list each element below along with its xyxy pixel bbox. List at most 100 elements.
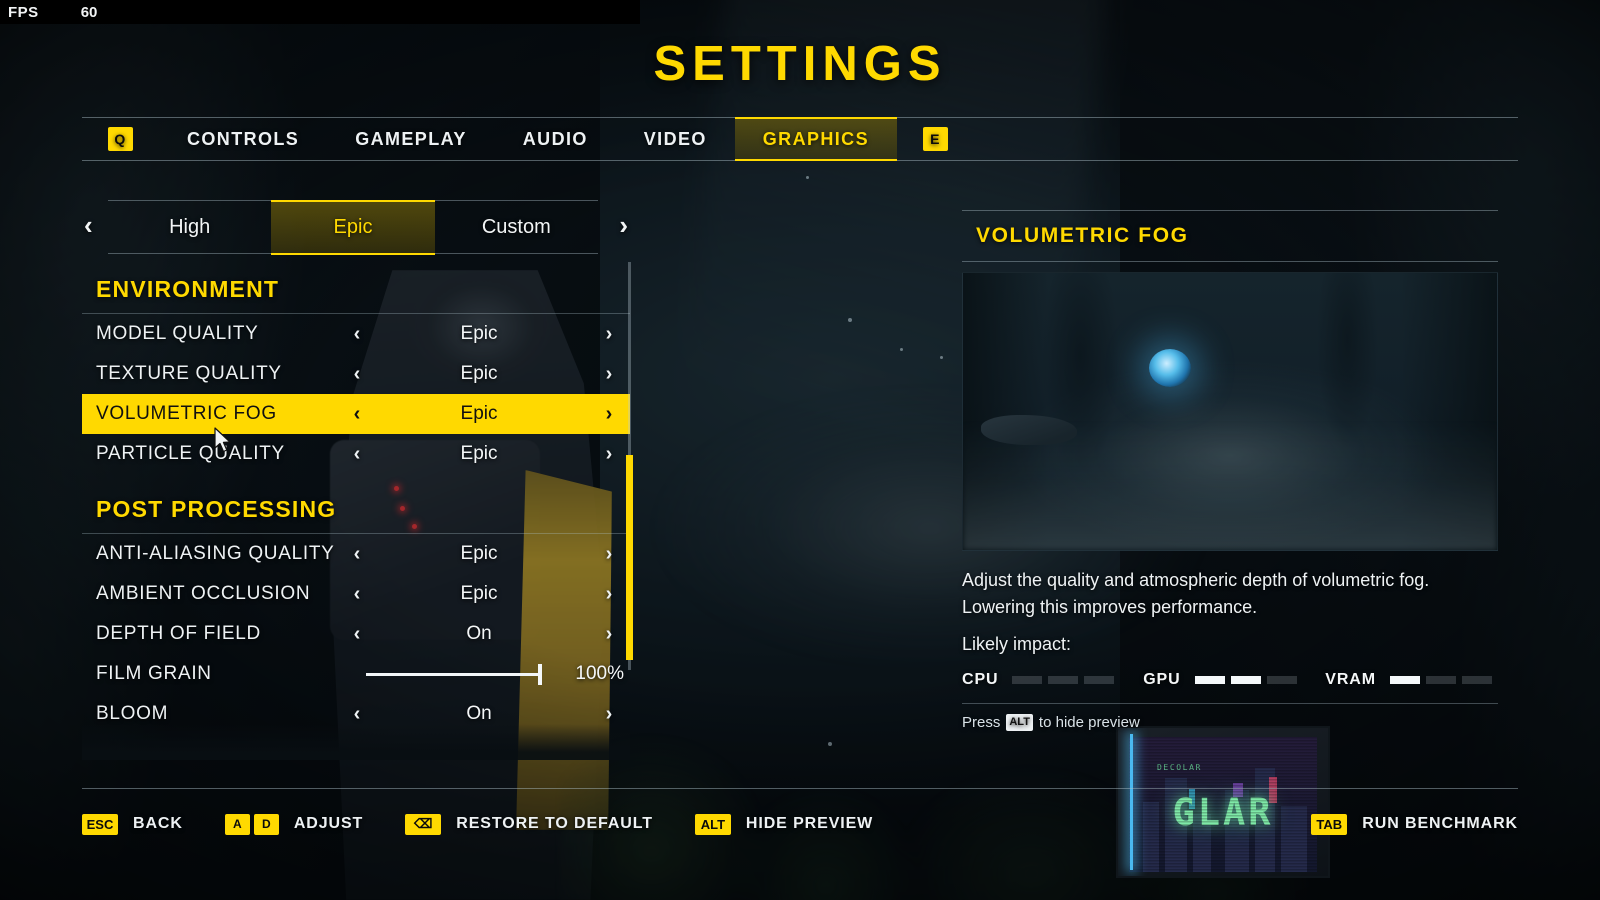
slider-fill [366,672,542,676]
tab-controls[interactable]: CONTROLS [159,118,327,160]
setting-row-bloom[interactable]: BLOOM ‹ On › [82,694,630,734]
impact-bar [1389,675,1420,684]
settings-scrollbar-thumb[interactable] [626,455,633,660]
next-tab-key-icon[interactable]: E [923,127,948,151]
setting-row-particle-quality[interactable]: PARTICLE QUALITY ‹ Epic › [82,434,630,474]
setting-value: Epic [460,443,498,464]
preset-epic[interactable]: Epic [271,199,435,255]
slider-value: 100% [575,663,624,684]
setting-row-volumetric-fog[interactable]: VOLUMETRIC FOG ‹ Epic › [82,394,630,434]
tab-audio[interactable]: AUDIO [495,118,616,160]
impact-bars-cpu [1012,675,1120,684]
a-key-icon[interactable]: A [224,813,250,835]
film-grain-slider[interactable]: 100% [344,663,624,685]
impact-cpu: CPU [962,671,1120,689]
decrease-arrow-icon[interactable]: ‹ [344,543,370,566]
impact-bar [1012,675,1043,684]
increase-arrow-icon[interactable]: › [596,583,622,606]
setting-label: FILM GRAIN [96,663,212,684]
decrease-arrow-icon[interactable]: ‹ [344,323,370,346]
setting-preview-image [962,272,1498,551]
setting-row-depth-of-field[interactable]: DEPTH OF FIELD ‹ On › [82,614,630,654]
hint-run-benchmark[interactable]: TAB RUN BENCHMARK [1311,813,1518,835]
settings-list-column: ‹ High Epic Custom › ENVIRONMENT MODEL Q… [82,199,630,760]
decrease-arrow-icon[interactable]: ‹ [344,403,370,426]
setting-label: ANTI-ALIASING QUALITY [96,543,335,564]
decrease-arrow-icon[interactable]: ‹ [344,703,370,726]
settings-tab-bar: Q CONTROLS GAMEPLAY AUDIO VIDEO GRAPHICS… [82,117,1518,161]
impact-bar [1425,675,1456,684]
tab-video[interactable]: VIDEO [616,118,735,160]
hint-adjust[interactable]: A D ADJUST [224,813,364,835]
hide-preview-hint: Press ALT to hide preview [962,713,1498,731]
hint-label: ADJUST [293,815,364,832]
impact-bar [1461,675,1492,684]
impact-label: Likely impact: [962,633,1072,654]
hint-label: HIDE PREVIEW [745,815,874,832]
setting-value: Epic [460,323,498,344]
hint-hide-preview[interactable]: ALT HIDE PREVIEW [694,813,874,835]
detail-panel-divider [962,702,1498,704]
tab-key-icon[interactable]: TAB [1311,813,1348,835]
setting-row-anti-aliasing-quality[interactable]: ANTI-ALIASING QUALITY ‹ Epic › [82,534,630,574]
section-heading-environment: ENVIRONMENT [82,254,630,314]
setting-value: On [466,703,492,724]
backspace-key-icon[interactable]: ⌫ [405,813,442,835]
setting-value: Epic [460,403,498,424]
increase-arrow-icon[interactable]: › [596,543,622,566]
setting-row-film-grain[interactable]: FILM GRAIN 100% [82,654,630,694]
setting-row-texture-quality[interactable]: TEXTURE QUALITY ‹ Epic › [82,354,630,394]
increase-arrow-icon[interactable]: › [596,623,622,646]
preset-selector: ‹ High Epic Custom › [84,199,628,255]
decrease-arrow-icon[interactable]: ‹ [344,623,370,646]
tab-gameplay[interactable]: GAMEPLAY [327,118,495,160]
fps-counter: FPS 60 [0,0,640,24]
increase-arrow-icon[interactable]: › [596,403,622,426]
decrease-arrow-icon[interactable]: ‹ [344,583,370,606]
setting-label: DEPTH OF FIELD [96,623,261,644]
footer-divider [82,788,1518,789]
preview-glowing-orb [1149,349,1191,387]
increase-arrow-icon[interactable]: › [596,323,622,346]
increase-arrow-icon[interactable]: › [596,703,622,726]
prev-tab-key-icon[interactable]: Q [108,127,133,151]
impact-bars-gpu [1194,675,1303,684]
decrease-arrow-icon[interactable]: ‹ [344,363,370,386]
hint-back[interactable]: ESC BACK [82,813,183,835]
decrease-arrow-icon[interactable]: ‹ [344,443,370,466]
slider-track[interactable] [366,663,542,685]
impact-name: VRAM [1325,670,1376,688]
tab-graphics[interactable]: GRAPHICS [734,117,897,161]
slider-knob[interactable] [538,663,542,685]
alt-key-icon: ALT [1006,713,1033,731]
tab-next-key-hint: E [897,118,974,160]
setting-detail-panel: VOLUMETRIC FOG Adjust the quality and at… [962,210,1498,731]
tab-bar-spacer [974,118,1518,160]
hint-label: RUN BENCHMARK [1362,815,1518,832]
preset-custom[interactable]: Custom [435,202,598,253]
footer-hint-bar: ESC BACK A D ADJUST ⌫ RESTORE TO DEFAULT… [82,800,1518,848]
preset-prev-arrow-icon[interactable]: ‹ [84,210,93,241]
d-key-icon[interactable]: D [253,813,279,835]
preset-high[interactable]: High [108,202,271,253]
alt-key-icon[interactable]: ALT [694,813,731,835]
setting-label: TEXTURE QUALITY [96,363,282,384]
increase-arrow-icon[interactable]: › [596,363,622,386]
setting-value: Epic [460,363,498,384]
hint-label: BACK [133,815,183,832]
increase-arrow-icon[interactable]: › [596,443,622,466]
impact-indicators: CPU GPU VRAM [962,671,1498,689]
setting-row-model-quality[interactable]: MODEL QUALITY ‹ Epic › [82,314,630,354]
fps-value: 60 [80,3,98,21]
setting-label: AMBIENT OCCLUSION [96,583,311,604]
impact-vram: VRAM [1325,671,1498,689]
hint-label: RESTORE TO DEFAULT [456,815,653,832]
setting-description: Adjust the quality and atmospheric depth… [962,570,1430,618]
hint-restore-to-default[interactable]: ⌫ RESTORE TO DEFAULT [405,813,653,835]
impact-bars-vram [1389,675,1498,684]
preset-next-arrow-icon[interactable]: › [619,210,628,241]
detail-panel-title: VOLUMETRIC FOG [962,210,1498,262]
esc-key-icon[interactable]: ESC [82,813,118,835]
page-title: SETTINGS [653,37,947,91]
setting-row-ambient-occlusion[interactable]: AMBIENT OCCLUSION ‹ Epic › [82,574,630,614]
